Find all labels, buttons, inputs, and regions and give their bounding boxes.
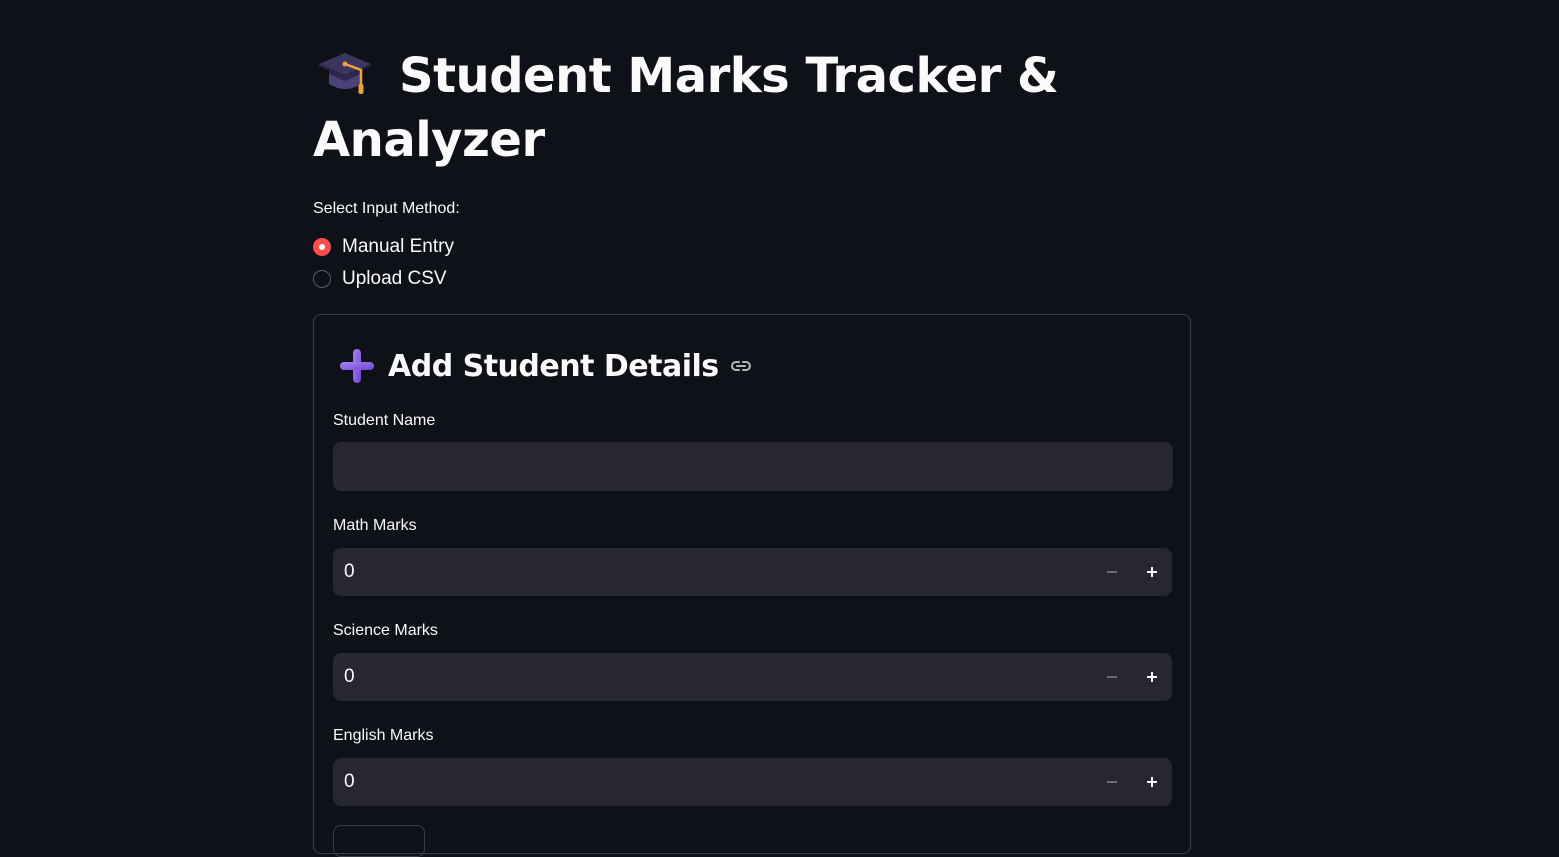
- input-method-label: Select Input Method:: [313, 200, 460, 217]
- radio-unselected-indicator[interactable]: [313, 270, 331, 288]
- student-name-input[interactable]: [333, 442, 1173, 491]
- minus-icon: [1107, 676, 1117, 678]
- link-icon[interactable]: [729, 354, 753, 378]
- science-marks-value[interactable]: 0: [344, 666, 1092, 688]
- math-marks-label: Math Marks: [333, 517, 417, 534]
- math-decrement-button[interactable]: [1092, 548, 1132, 596]
- radio-upload-csv[interactable]: Upload CSV: [313, 268, 447, 290]
- science-increment-button[interactable]: [1132, 653, 1172, 701]
- math-increment-button[interactable]: [1132, 548, 1172, 596]
- radio-manual-entry[interactable]: Manual Entry: [313, 236, 454, 258]
- form-title: Add Student Details: [388, 348, 719, 384]
- radio-upload-csv-label: Upload CSV: [342, 268, 447, 289]
- science-marks-input[interactable]: 0: [333, 653, 1172, 701]
- english-marks-value[interactable]: 0: [344, 771, 1092, 793]
- english-decrement-button[interactable]: [1092, 758, 1132, 806]
- radio-selected-indicator[interactable]: [313, 238, 331, 256]
- graduation-cap-icon: [313, 44, 377, 98]
- plus-icon: [340, 349, 374, 383]
- math-marks-value[interactable]: 0: [344, 561, 1092, 583]
- student-name-label: Student Name: [333, 412, 436, 429]
- plus-small-icon: [1147, 777, 1157, 787]
- plus-small-icon: [1147, 567, 1157, 577]
- page-title: Student Marks Tracker & Analyzer: [313, 44, 1193, 172]
- page-title-text: Student Marks Tracker & Analyzer: [313, 48, 1059, 168]
- radio-manual-entry-label: Manual Entry: [342, 236, 454, 257]
- page-title-block: Student Marks Tracker & Analyzer: [313, 44, 1193, 172]
- minus-icon: [1107, 571, 1117, 573]
- plus-small-icon: [1147, 672, 1157, 682]
- science-marks-label: Science Marks: [333, 622, 438, 639]
- student-form: Add Student Details Student Name Math Ma…: [313, 314, 1191, 857]
- math-marks-input[interactable]: 0: [333, 548, 1172, 596]
- english-marks-label: English Marks: [333, 727, 434, 744]
- english-increment-button[interactable]: [1132, 758, 1172, 806]
- english-marks-input[interactable]: 0: [333, 758, 1172, 806]
- science-decrement-button[interactable]: [1092, 653, 1132, 701]
- minus-icon: [1107, 781, 1117, 783]
- form-header: Add Student Details: [338, 347, 753, 385]
- submit-button[interactable]: [333, 825, 425, 857]
